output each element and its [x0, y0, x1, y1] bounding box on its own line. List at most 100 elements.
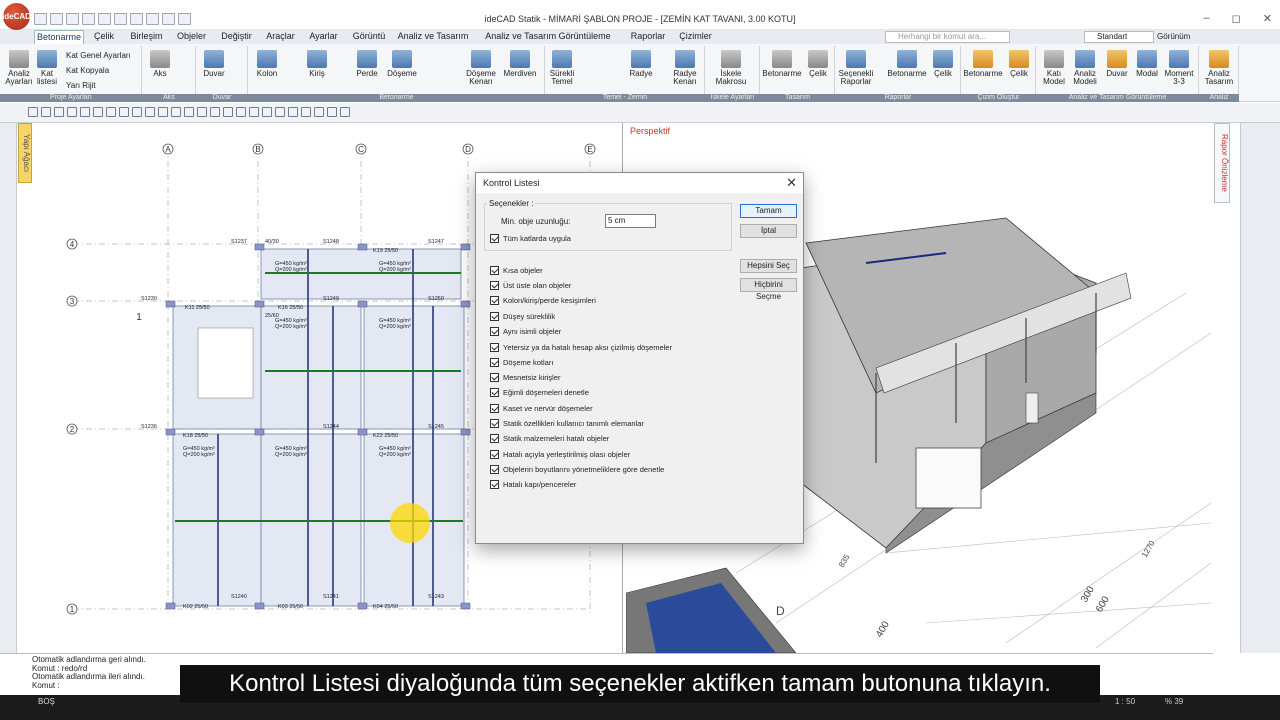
check-item[interactable]: Statik özellikleri kullanıcı tanımlı ele… — [490, 418, 644, 429]
kat-listesi-button[interactable]: Kat listesi — [34, 50, 60, 86]
analiz-ayarlari-button[interactable]: Analiz Ayarları — [4, 50, 34, 86]
tab-raporlar[interactable]: Raporlar — [623, 30, 673, 44]
maximize-button[interactable]: ◻ — [1232, 12, 1241, 25]
check-item[interactable]: Aynı isimli objeler — [490, 326, 561, 337]
analiz-modeli-button[interactable]: Analiz Modeli — [1070, 50, 1100, 86]
view-menu[interactable]: Görünüm — [1157, 31, 1190, 43]
measure-icon[interactable] — [314, 107, 324, 117]
check-item[interactable]: Eğimli döşemeleri denetle — [490, 387, 589, 398]
perde-button[interactable]: Perde — [354, 50, 380, 78]
rapor-betonarme-button[interactable]: Betonarme — [887, 50, 927, 78]
zoom-in-icon[interactable] — [262, 107, 272, 117]
report-preview-tab[interactable]: Rapor Önizleme — [1214, 123, 1230, 203]
layer-icon[interactable] — [327, 107, 337, 117]
check-item[interactable]: Objelerin boyutlarını yönetmeliklere gör… — [490, 464, 664, 475]
duvar-button[interactable]: Duvar — [200, 50, 228, 78]
axis-label-1: 1 — [70, 605, 75, 614]
kolon-button[interactable]: Kolon — [254, 50, 280, 78]
close-icon[interactable]: ✕ — [786, 176, 797, 189]
kat-genel-ayarlari-button[interactable]: Kat Genel Ayarları — [66, 51, 131, 60]
polyline-tool-icon[interactable] — [41, 107, 51, 117]
check-item[interactable]: Mesnetsiz kirişler — [490, 372, 561, 383]
pan-icon[interactable] — [288, 107, 298, 117]
ok-button[interactable]: Tamam — [740, 204, 797, 218]
dimension-tool-icon[interactable] — [184, 107, 194, 117]
tab-cizimler[interactable]: Çizimler — [673, 30, 718, 44]
snap-icon[interactable] — [223, 107, 233, 117]
rotate-tool-icon[interactable] — [106, 107, 116, 117]
arc-tool-icon[interactable] — [80, 107, 90, 117]
secenekli-raporlar-button[interactable]: Seçenekli Raporlar — [837, 50, 875, 86]
extend-tool-icon[interactable] — [158, 107, 168, 117]
tab-birlesim[interactable]: Birleşim — [124, 30, 169, 44]
doseme-kenari-button[interactable]: Döşeme Kenarı — [464, 50, 498, 86]
tab-ayarlar[interactable]: Ayarlar — [302, 30, 345, 44]
tab-analiz-tasarim[interactable]: Analiz ve Tasarım — [393, 30, 473, 44]
tab-goruntu[interactable]: Görüntü — [345, 30, 393, 44]
check-item[interactable]: Hatalı kapı/pencereler — [490, 479, 576, 490]
text-tool-icon[interactable] — [197, 107, 207, 117]
structure-tree-tab[interactable]: Yapı Ağacı — [18, 123, 32, 183]
style-select[interactable]: Standart — [1084, 31, 1154, 43]
tab-araclar[interactable]: Araçlar — [259, 30, 302, 44]
doseme-button[interactable]: Döşeme — [386, 50, 418, 78]
offset-tool-icon[interactable] — [171, 107, 181, 117]
tasarim-betonarme-button[interactable]: Betonarme — [762, 50, 802, 78]
copy-tool-icon[interactable] — [119, 107, 129, 117]
merdiven-button[interactable]: Merdiven — [502, 50, 538, 78]
all-floors-checkbox[interactable]: Tüm katlarda uygula — [490, 233, 571, 244]
check-item[interactable]: Kaset ve nervür döşemeler — [490, 403, 593, 414]
select-icon[interactable] — [340, 107, 350, 117]
cizim-celik-button[interactable]: Çelik — [1005, 50, 1033, 78]
hatch-tool-icon[interactable] — [210, 107, 220, 117]
surekli-temel-button[interactable]: Sürekli Temel — [547, 50, 577, 86]
cancel-button[interactable]: İptal — [740, 224, 797, 238]
select-none-button[interactable]: Hiçbirini Seçme — [740, 278, 797, 301]
check-item[interactable]: Kısa objeler — [490, 265, 543, 276]
grid-icon[interactable] — [236, 107, 246, 117]
tab-objeler[interactable]: Objeler — [169, 30, 214, 44]
radye-kenari-button[interactable]: Radye Kenarı — [669, 50, 701, 86]
tab-analiz-goruntuleme[interactable]: Analiz ve Tasarım Görüntüleme — [473, 30, 623, 44]
cizim-betonarme-button[interactable]: Betonarme — [963, 50, 1003, 78]
modal-button[interactable]: Modal — [1134, 50, 1160, 78]
kat-kopyala-button[interactable]: Kat Kopyala — [66, 66, 109, 75]
check-item[interactable]: Döşeme kotları — [490, 357, 553, 368]
tab-betonarme[interactable]: Betonarme — [34, 30, 84, 44]
zoom-out-icon[interactable] — [275, 107, 285, 117]
select-all-button[interactable]: Hepsini Seç — [740, 259, 797, 273]
kiris-button[interactable]: Kiriş — [304, 50, 330, 78]
kati-model-button[interactable]: Katı Model — [1040, 50, 1068, 86]
check-item[interactable]: Yetersiz ya da hatalı hesap aksı çizilmi… — [490, 342, 672, 353]
aks-button[interactable]: Aks — [148, 50, 172, 78]
zoom-extents-icon[interactable] — [301, 107, 311, 117]
iskele-makrosu-button[interactable]: İskele Makrosu — [711, 50, 751, 86]
mirror-tool-icon[interactable] — [132, 107, 142, 117]
check-item[interactable]: Düşey süreklilik — [490, 311, 555, 322]
zoom-indicator[interactable]: % 39 — [1165, 697, 1183, 706]
circle-tool-icon[interactable] — [67, 107, 77, 117]
scale-indicator[interactable]: 1 : 50 — [1115, 697, 1135, 706]
check-item[interactable]: Hatalı açıyla yerleştirilmiş olası objel… — [490, 449, 630, 460]
trim-tool-icon[interactable] — [145, 107, 155, 117]
check-item[interactable]: Kolon/kiriş/perde kesişimleri — [490, 295, 596, 306]
minimize-button[interactable]: – — [1204, 12, 1210, 25]
min-length-input[interactable]: 5 cm — [605, 214, 656, 228]
close-window-button[interactable]: ✕ — [1263, 12, 1272, 25]
analiz-tasarim-button[interactable]: Analiz Tasarım — [1201, 50, 1237, 86]
command-search-input[interactable]: Herhangi bir komut ara... — [885, 31, 1010, 43]
tasarim-celik-button[interactable]: Çelik — [804, 50, 832, 78]
yari-rijit-toggle[interactable]: Yarı Rijit — [66, 81, 96, 90]
moment-button[interactable]: Moment 3-3 — [1162, 50, 1196, 86]
check-item[interactable]: Üst üste olan objeler — [490, 280, 571, 291]
ortho-icon[interactable] — [249, 107, 259, 117]
tab-degistir[interactable]: Değiştir — [214, 30, 259, 44]
duvar-gorunum-button[interactable]: Duvar — [1104, 50, 1130, 78]
rect-tool-icon[interactable] — [54, 107, 64, 117]
radye-button[interactable]: Radye — [627, 50, 655, 78]
tab-celik[interactable]: Çelik — [84, 30, 124, 44]
move-tool-icon[interactable] — [93, 107, 103, 117]
line-tool-icon[interactable] — [28, 107, 38, 117]
rapor-celik-button[interactable]: Çelik — [929, 50, 957, 78]
check-item[interactable]: Statik malzemeleri hatalı objeler — [490, 433, 609, 444]
